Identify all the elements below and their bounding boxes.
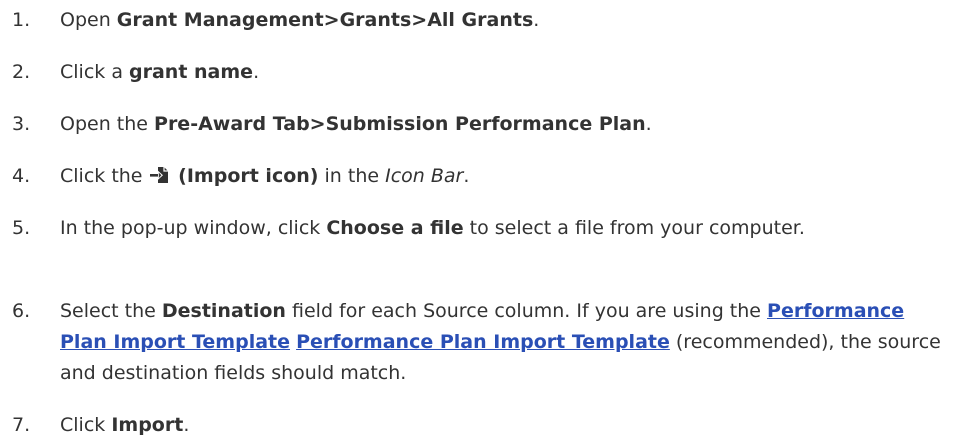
step-text: Open the Pre-Award Tab>Submission Perfor… [60,109,955,140]
menu-path: Grant Management>Grants>All Grants [116,9,534,31]
step-text-plain: . [645,113,652,135]
step-text-plain: . [533,9,540,31]
step-text: In the pop-up window, click Choose a fil… [60,213,955,244]
step-text-plain: Click the [60,165,149,187]
step-number: 2. [12,61,31,83]
step-number: 6. [12,300,31,322]
emphasis-text: grant name [129,61,254,83]
emphasis-text: (Import icon) [171,165,319,187]
performance-plan-template-link-duplicate[interactable]: Performance Plan Import Template [296,331,670,353]
step-number: 1. [12,9,31,31]
step-text-plain: Select the [60,300,162,322]
step-text-plain: field for each Source column. If you are… [285,300,768,322]
italic-text: Icon Bar [385,165,464,187]
step-text-plain: Open [60,9,117,31]
step-text-plain: in the [318,165,386,187]
step-text-plain: . [183,414,190,436]
step-text: Click a grant name. [60,57,955,88]
import-icon [149,165,170,185]
step-text-plain: to select a file from your computer. [463,217,805,239]
step-number: 7. [12,414,31,436]
step-text: Click Import. [60,410,955,441]
step-text-plain: Open the [60,113,155,135]
step-text-plain: . [463,165,470,187]
step-number: 3. [12,113,31,135]
emphasis-text: Choose a file [326,217,464,239]
emphasis-text: Import [111,414,184,436]
step-text-plain: . [253,61,260,83]
step-text-plain: In the pop-up window, click [60,217,327,239]
step-number: 4. [12,165,31,187]
menu-path: Pre-Award Tab>Submission Performance Pla… [154,113,646,135]
step-number: 5. [12,217,31,239]
step-text-plain: Click [60,414,112,436]
emphasis-text: Destination [161,300,286,322]
step-text: Click the (Import icon) in the Icon Bar. [60,161,955,192]
step-text: Select the Destination field for each So… [60,296,955,389]
step-text: Open Grant Management>Grants>All Grants. [60,5,955,36]
step-text-plain: Click a [60,61,129,83]
